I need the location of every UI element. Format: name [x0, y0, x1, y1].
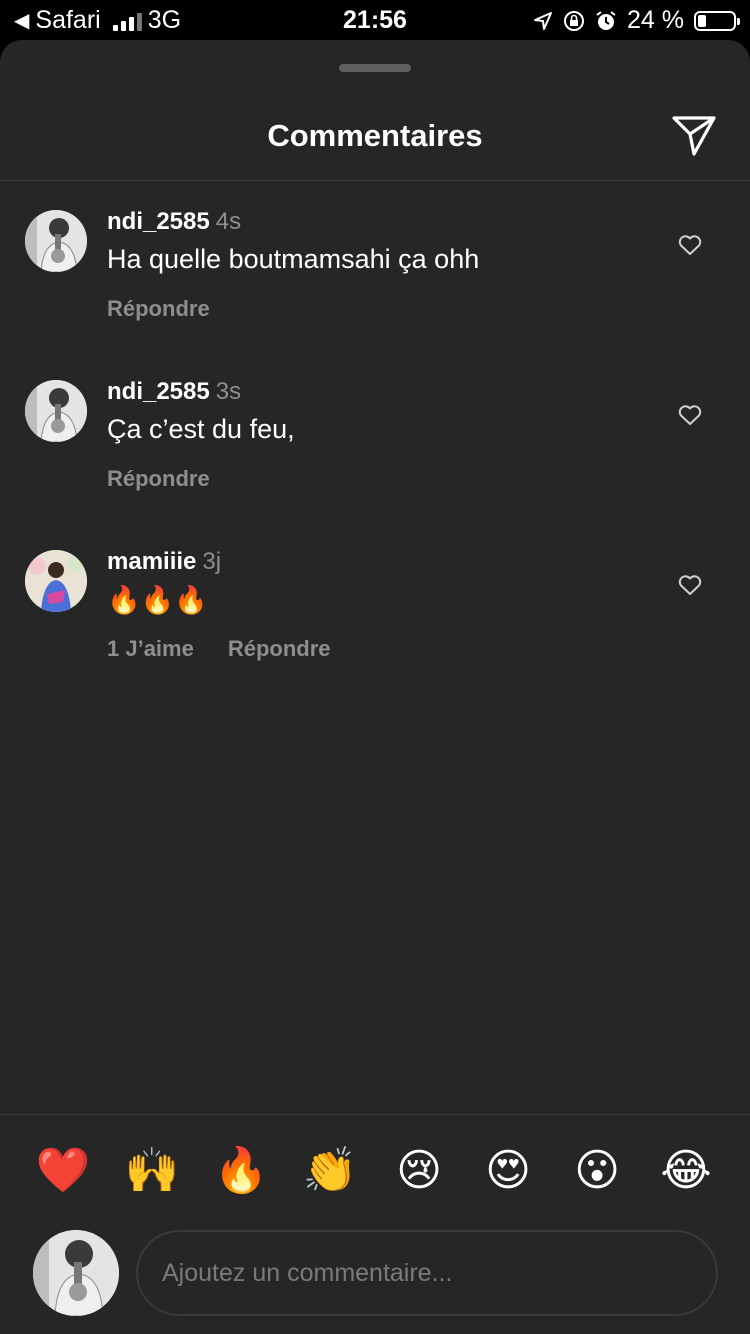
emoji-crying-button[interactable]: 😢 — [389, 1144, 449, 1198]
location-arrow-icon — [534, 11, 553, 30]
emoji-laughing-button[interactable]: 😂 — [656, 1144, 716, 1198]
avatar-photo — [25, 550, 87, 612]
orientation-lock-icon — [564, 10, 585, 31]
emoji-surprised-button[interactable]: 😮 — [567, 1144, 627, 1198]
alarm-clock-icon — [596, 10, 616, 30]
comment-time: 4s — [215, 208, 242, 235]
emoji-clap-button[interactable]: 👏 — [300, 1144, 360, 1198]
avatar[interactable] — [25, 550, 87, 612]
reply-button[interactable]: Répondre — [228, 636, 331, 661]
comment-item: mamiiie 3j 🔥🔥🔥 1 J’aime Répondre — [0, 548, 750, 690]
emoji-reaction-bar: ❤️ 🙌 🔥 👏 😢 😍 😮 😂 — [0, 1144, 750, 1198]
paper-plane-icon[interactable] — [670, 112, 718, 160]
reply-button[interactable]: Répondre — [107, 466, 210, 491]
comment-actions: Répondre — [107, 466, 210, 492]
emoji-raised-hands-button[interactable]: 🙌 — [122, 1144, 182, 1198]
comment-item: ndi_2585 4s Ha quelle boutmamsahi ça ohh … — [0, 208, 750, 350]
emoji-fire-button[interactable]: 🔥 — [211, 1144, 271, 1198]
emoji-heart-button[interactable]: ❤️ — [33, 1144, 93, 1198]
avatar[interactable] — [25, 380, 87, 442]
avatar[interactable] — [25, 210, 87, 272]
comment-username[interactable]: ndi_2585 — [107, 208, 210, 235]
comment-actions: Répondre — [107, 296, 210, 322]
battery-icon — [694, 10, 740, 31]
avatar-photo — [33, 1230, 119, 1316]
page-title: Commentaires — [267, 118, 483, 153]
status-bar: ◀ Safari 3G 21:56 24 % — [0, 0, 750, 40]
header: Commentaires — [0, 100, 750, 180]
avatar-photo — [25, 380, 87, 442]
status-right: 24 % — [533, 6, 740, 35]
comment-header: ndi_2585 3s — [107, 378, 241, 406]
avatar-photo — [25, 210, 87, 272]
comment-time: 3j — [202, 548, 222, 575]
comment-actions: 1 J’aime Répondre — [107, 636, 331, 662]
comment-header: mamiiie 3j — [107, 548, 221, 576]
sheet-grabber[interactable] — [339, 64, 411, 72]
comment-time: 3s — [215, 378, 242, 405]
composer-avatar — [33, 1230, 119, 1316]
battery-fill — [698, 14, 706, 27]
comment-item: ndi_2585 3s Ça c’est du feu, Répondre — [0, 378, 750, 520]
comment-text: Ha quelle boutmamsahi ça ohh — [107, 244, 480, 274]
comment-username[interactable]: mamiiie — [107, 548, 196, 575]
emoji-heart-eyes-button[interactable]: 😍 — [478, 1144, 538, 1198]
battery-percent: 24 % — [627, 6, 684, 34]
comment-text: 🔥🔥🔥 — [107, 585, 208, 615]
comment-text: Ça c’est du feu, — [107, 414, 295, 444]
header-divider — [0, 180, 750, 181]
reply-button[interactable]: Répondre — [107, 296, 210, 321]
likes-count[interactable]: 1 J’aime — [107, 636, 194, 661]
comment-header: ndi_2585 4s — [107, 208, 241, 236]
heart-icon[interactable] — [678, 574, 702, 596]
heart-icon[interactable] — [678, 404, 702, 426]
comment-input[interactable] — [136, 1230, 718, 1316]
comments-sheet: Commentaires ndi_2585 4s Ha quelle boutma… — [0, 40, 750, 1334]
heart-icon[interactable] — [678, 234, 702, 256]
emoji-bar-divider — [0, 1114, 750, 1115]
comment-username[interactable]: ndi_2585 — [107, 378, 210, 405]
